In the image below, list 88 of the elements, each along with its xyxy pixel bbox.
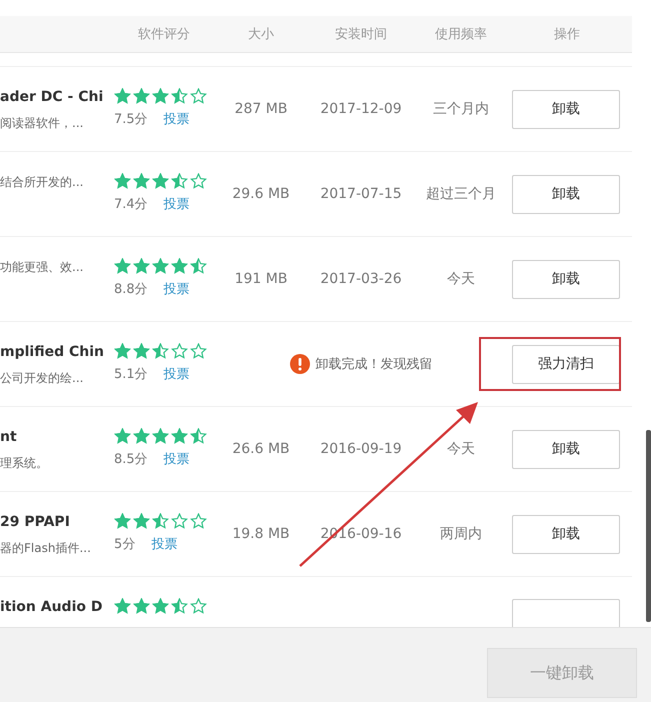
star-icon [152, 513, 169, 529]
install-date-cell-text: 2017-03-26 [319, 271, 403, 287]
score-text: 5.1分 [114, 366, 148, 383]
star-icon [171, 88, 188, 104]
app-description: 阅读器软件，... [0, 115, 84, 132]
vote-link[interactable]: 投票 [164, 195, 190, 213]
star-icon [152, 88, 169, 104]
scrollbar[interactable] [646, 430, 651, 622]
install-date-cell-text: 2017-07-15 [319, 186, 403, 202]
force-clean-button[interactable]: 强力清扫 [512, 344, 620, 384]
star-icon [133, 513, 150, 529]
star-icon [190, 343, 207, 359]
star-icon [114, 88, 131, 104]
vote-link[interactable]: 投票 [164, 280, 190, 298]
score-text: 8.5分 [114, 451, 148, 468]
app-description: 结合所开发的... [0, 174, 84, 191]
size-cell-text: 26.6 MB [231, 441, 291, 457]
app-name: nt [0, 429, 18, 445]
column-header: 软件评分 [137, 26, 191, 43]
star-icon [133, 173, 150, 189]
size-cell-text: 287 MB [234, 101, 288, 117]
star-icon [190, 173, 207, 189]
star-icon [114, 598, 131, 614]
column-header: 使用频率 [434, 26, 488, 43]
vote-link[interactable]: 投票 [151, 535, 178, 553]
frequency-cell-text: 今天 [446, 270, 476, 288]
install-date-cell-text: 2016-09-19 [319, 441, 403, 457]
uninstall-button[interactable]: 卸载 [512, 430, 620, 468]
star-icon [133, 598, 150, 614]
frequency-cell-text: 三个月内 [432, 100, 490, 118]
frequency-cell-text: 今天 [446, 440, 476, 458]
score-text: 8.8分 [114, 281, 148, 298]
app-description: 理系统。 [0, 455, 49, 472]
size-cell-text: 191 MB [234, 271, 288, 287]
score-text: 7.4分 [114, 196, 148, 213]
app-description: 公司开发的绘... [0, 370, 84, 387]
star-icon [190, 513, 207, 529]
app-name: ition Audio D [0, 599, 104, 615]
column-header: 安装时间 [334, 26, 388, 43]
app-description: 器的Flash插件... [0, 540, 92, 557]
app-name: mplified Chin [0, 344, 105, 360]
vote-link[interactable]: 投票 [164, 450, 190, 468]
app-description: 功能更强、效... [0, 259, 84, 276]
vote-link[interactable]: 投票 [164, 365, 190, 383]
star-icon [152, 258, 169, 274]
uninstall-button[interactable]: 卸载 [512, 260, 620, 298]
status-message: 卸载完成！发现残留 [316, 356, 432, 373]
star-icon [133, 343, 150, 359]
frequency-cell-text: 超过三个月 [425, 185, 497, 203]
warning-icon [290, 354, 310, 374]
star-icon [190, 88, 207, 104]
app-name: 29 PPAPI [0, 514, 71, 530]
app-name: ader DC - Chi [0, 89, 104, 105]
uninstall-button[interactable]: 卸载 [512, 174, 620, 214]
star-icon [152, 343, 169, 359]
star-icon [114, 258, 131, 274]
star-icon [152, 173, 169, 189]
star-icon [190, 428, 207, 444]
star-icon [190, 598, 207, 614]
column-header: 大小 [247, 26, 275, 43]
uninstall-button[interactable]: 卸载 [512, 514, 620, 554]
star-icon [133, 88, 150, 104]
star-icon [171, 513, 188, 529]
star-icon [133, 428, 150, 444]
size-cell-text: 29.6 MB [231, 186, 291, 202]
star-icon [171, 258, 188, 274]
frequency-cell-text: 两周内 [439, 525, 483, 543]
size-cell-text: 19.8 MB [231, 526, 291, 542]
star-icon [171, 173, 188, 189]
score-text: 7.5分 [114, 111, 148, 128]
star-icon [152, 428, 169, 444]
install-date-cell-text: 2017-12-09 [319, 101, 403, 117]
uninstall-button[interactable]: 卸载 [512, 90, 620, 128]
star-icon [133, 258, 150, 274]
star-icon [190, 258, 207, 274]
star-icon [114, 173, 131, 189]
star-icon [114, 343, 131, 359]
star-icon [171, 428, 188, 444]
star-icon [152, 598, 169, 614]
vote-link[interactable]: 投票 [164, 110, 190, 128]
star-icon [114, 513, 131, 529]
column-header: 操作 [553, 26, 581, 43]
score-text: 5分 [114, 536, 136, 553]
uninstall-button[interactable] [512, 598, 620, 627]
uninstall-all-button[interactable]: 一键卸载 [487, 648, 637, 698]
star-icon [171, 598, 188, 614]
star-icon [114, 428, 131, 444]
star-icon [171, 343, 188, 359]
